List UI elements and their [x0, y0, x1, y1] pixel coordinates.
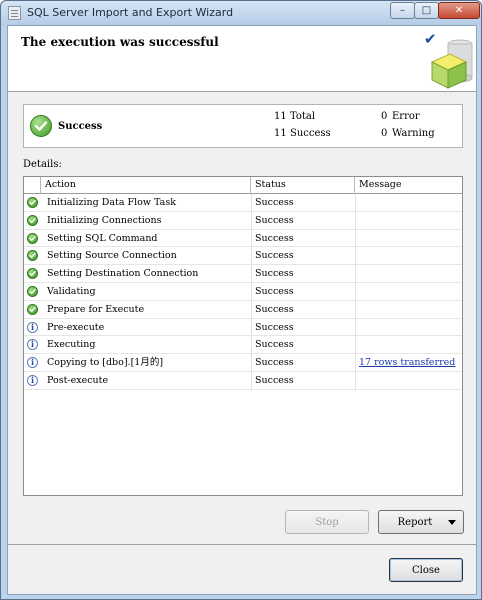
- cell-action: Executing: [47, 339, 96, 351]
- cell-message: [359, 372, 459, 389]
- cell-status: Success: [255, 268, 294, 280]
- details-grid[interactable]: Action Status Message Initializing Data …: [23, 176, 463, 496]
- cell-message: [359, 301, 459, 318]
- warning-label: Warning: [392, 128, 435, 139]
- cell-action: Validating: [47, 286, 96, 297]
- success-icon: [30, 115, 52, 137]
- cell-status: Success: [255, 321, 294, 333]
- table-row[interactable]: i Pre-execute Success: [24, 319, 462, 337]
- cell-action: Post-execute: [47, 375, 109, 386]
- cell-status: Success: [255, 232, 294, 244]
- cell-action: Pre-execute: [47, 321, 105, 333]
- app-icon: [8, 6, 21, 20]
- cell-action: Initializing Connections: [47, 214, 162, 226]
- warning-count: 0: [381, 128, 388, 139]
- success-icon: [27, 232, 38, 244]
- table-row[interactable]: Initializing Connections Success: [24, 212, 462, 230]
- info-icon: i: [27, 339, 38, 351]
- footer-divider: [8, 544, 476, 545]
- maximize-button[interactable]: □: [414, 2, 439, 19]
- cell-status: Success: [255, 303, 294, 315]
- cell-status: Success: [255, 375, 294, 386]
- cell-action: Prepare for Execute: [47, 303, 145, 315]
- success-icon: [27, 250, 38, 262]
- minimize-button[interactable]: –: [390, 2, 415, 19]
- cell-message: [359, 212, 459, 229]
- summary-status: Success: [58, 121, 103, 132]
- table-row[interactable]: Prepare for Execute Success: [24, 301, 462, 319]
- column-divider: [355, 194, 356, 391]
- grid-header: Action Status Message: [24, 177, 462, 194]
- cell-status: Success: [255, 357, 294, 369]
- cell-message: [359, 247, 459, 264]
- details-label: Details:: [23, 159, 62, 170]
- cell-status: Success: [255, 339, 294, 351]
- cell-message: [359, 319, 459, 336]
- wizard-graphic-icon: [430, 39, 473, 89]
- wizard-window: SQL Server Import and Export Wizard – □ …: [0, 0, 482, 600]
- title-bar[interactable]: SQL Server Import and Export Wizard – □ …: [1, 1, 481, 25]
- table-row[interactable]: i Copying to [dbo].[1月的] Success 17 rows tr…: [24, 354, 462, 372]
- success-icon: [27, 214, 38, 226]
- cell-message: [359, 283, 459, 300]
- report-button[interactable]: Report: [378, 510, 464, 534]
- table-row[interactable]: Setting Destination Connection Success: [24, 265, 462, 283]
- table-row[interactable]: Initializing Data Flow Task Success: [24, 194, 462, 212]
- cell-action: Setting SQL Command: [47, 232, 158, 244]
- column-header-message[interactable]: Message: [355, 177, 462, 194]
- cell-action: Copying to [dbo].[1月的]: [47, 357, 164, 369]
- cell-status: Success: [255, 286, 294, 297]
- stop-button[interactable]: Stop: [285, 510, 369, 534]
- wizard-body: The execution was successful ✔ Success 1…: [7, 25, 477, 595]
- info-icon: i: [27, 357, 38, 369]
- table-row[interactable]: Validating Success: [24, 283, 462, 301]
- execution-summary: Success 11 Total 11 Success 0 Error 0 Wa…: [23, 104, 463, 148]
- cell-message: [359, 336, 459, 353]
- success-icon: [27, 286, 38, 297]
- cell-status: Success: [255, 197, 294, 208]
- success-icon: [27, 197, 38, 208]
- cell-message: [359, 230, 459, 247]
- cell-action: Setting Source Connection: [47, 250, 177, 262]
- column-header-action[interactable]: Action: [41, 177, 251, 194]
- total-count: 11: [274, 111, 287, 122]
- page-title: The execution was successful: [21, 35, 219, 49]
- success-icon: [27, 303, 38, 315]
- info-icon: i: [27, 375, 38, 386]
- wizard-header: The execution was successful ✔: [8, 26, 476, 92]
- column-divider: [251, 194, 252, 391]
- cell-action: Initializing Data Flow Task: [47, 197, 176, 208]
- close-button[interactable]: Close: [389, 558, 463, 582]
- info-icon: i: [27, 321, 38, 333]
- report-button-label: Report: [397, 516, 433, 528]
- table-row[interactable]: i Post-execute Success: [24, 372, 462, 390]
- window-title: SQL Server Import and Export Wizard: [27, 6, 234, 19]
- cell-message[interactable]: 17 rows transferred: [359, 354, 459, 371]
- success-label: Success: [290, 128, 331, 139]
- table-row[interactable]: Setting SQL Command Success: [24, 230, 462, 248]
- close-window-button[interactable]: ✕: [438, 2, 480, 19]
- cell-action: Setting Destination Connection: [47, 268, 199, 280]
- table-row[interactable]: Setting Source Connection Success: [24, 247, 462, 266]
- column-header-status[interactable]: Status: [251, 177, 355, 194]
- dropdown-caret-icon: [448, 520, 456, 525]
- table-row[interactable]: i Executing Success: [24, 336, 462, 355]
- grid-header-icon-column: [24, 177, 41, 194]
- cell-status: Success: [255, 250, 294, 262]
- success-icon: [27, 268, 38, 280]
- error-label: Error: [392, 111, 420, 122]
- cell-message: [359, 265, 459, 282]
- error-count: 0: [381, 111, 388, 122]
- cell-status: Success: [255, 214, 294, 226]
- total-label: Total: [290, 111, 316, 122]
- cell-message: [359, 194, 459, 211]
- success-count: 11: [274, 128, 287, 139]
